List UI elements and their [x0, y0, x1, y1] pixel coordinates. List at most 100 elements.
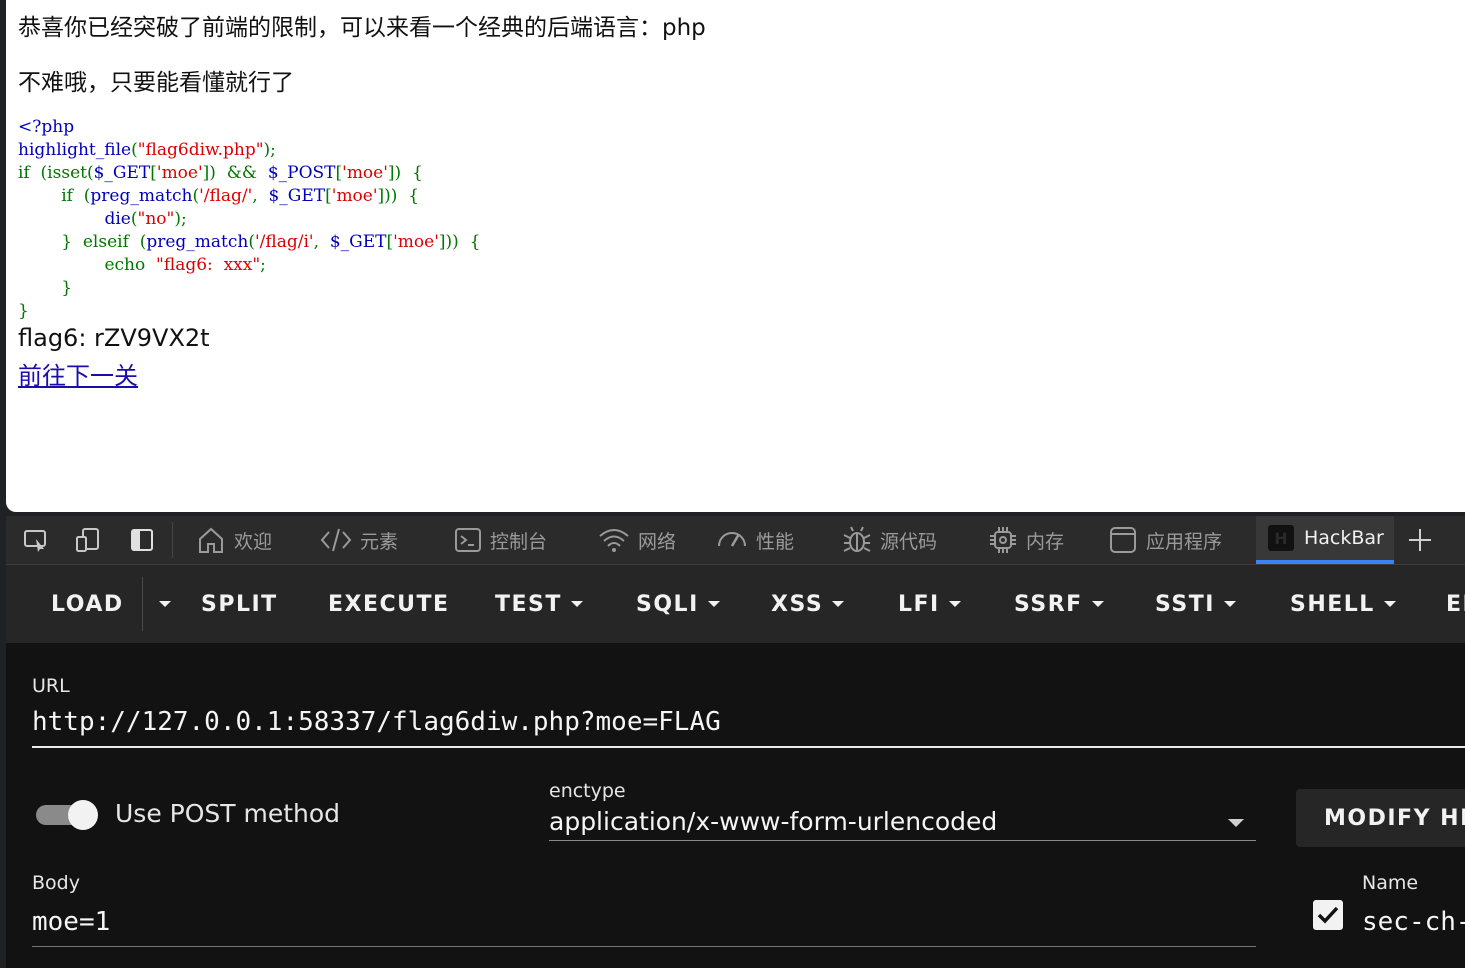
gauge-icon [718, 532, 746, 547]
button-label: TEST [495, 591, 562, 617]
code-token: ; [260, 255, 266, 275]
hackbar-logo-icon: H [1268, 525, 1294, 551]
add-tab-icon[interactable] [1404, 524, 1436, 556]
body-label: Body [32, 872, 80, 894]
hint-text: 不难哦，只要能看懂就行了 [18, 70, 294, 96]
chevron-down-icon[interactable] [1228, 819, 1244, 827]
code-token: echo [104, 255, 146, 275]
php-source-code: <?php highlight_file("flag6diw.php"); if… [18, 116, 480, 323]
xss-menu-button[interactable]: XSS [771, 565, 845, 643]
url-input[interactable]: http://127.0.0.1:58337/flag6diw.php?moe=… [32, 707, 721, 737]
load-dropdown-button[interactable] [150, 565, 171, 643]
chevron-down-icon [1223, 601, 1236, 607]
chevron-down-icon [159, 601, 171, 607]
toggle-knob [68, 800, 98, 830]
execute-button[interactable]: EXECUTE [328, 565, 450, 643]
hackbar-panel: URL http://127.0.0.1:58337/flag6diw.php?… [6, 643, 1465, 968]
button-label: SHELL [1290, 591, 1375, 617]
code-token: $_GET [329, 232, 387, 252]
header-enabled-checkbox[interactable] [1313, 900, 1343, 930]
code-token: '/flag/' [199, 186, 253, 206]
more-menu-button[interactable]: EI [1446, 565, 1465, 643]
tab-hackbar[interactable]: H HackBar [1256, 516, 1394, 564]
code-token: ])) [438, 232, 459, 252]
tab-performance[interactable]: 性能 [716, 516, 794, 564]
header-name-input[interactable]: sec-ch- [1362, 907, 1465, 937]
code-token: 'moe' [156, 163, 203, 183]
chevron-down-icon [707, 601, 720, 607]
code-brackets-icon [320, 528, 352, 552]
tab-label: 欢迎 [234, 530, 273, 553]
tab-label: 内存 [1026, 530, 1065, 553]
ssrf-menu-button[interactable]: SSRF [1014, 565, 1104, 643]
code-token: "flag6: xxx" [156, 255, 261, 275]
code-token: preg_match [146, 232, 249, 252]
wifi-icon [599, 529, 629, 552]
chevron-down-icon [570, 601, 583, 607]
test-menu-button[interactable]: TEST [495, 565, 583, 643]
code-token: } [61, 232, 73, 252]
tab-application[interactable]: 应用程序 [1108, 516, 1222, 564]
code-token: } [18, 301, 29, 321]
url-label: URL [32, 675, 70, 697]
bug-icon [843, 526, 871, 552]
code-token: 'moe' [331, 186, 378, 206]
code-token: { [411, 163, 423, 183]
code-token: highlight_file [18, 140, 132, 160]
code-token: ( [131, 140, 138, 160]
code-token: $_GET [268, 186, 326, 206]
button-label: SQLI [636, 591, 699, 617]
code-token: 'moe' [393, 232, 439, 252]
code-token: die [104, 209, 131, 229]
code-token: if [18, 163, 30, 183]
console-icon [455, 528, 481, 552]
body-input[interactable]: moe=1 [32, 907, 110, 937]
dock-side-icon[interactable] [126, 524, 158, 556]
code-token: , [313, 232, 320, 252]
device-emulation-icon[interactable] [72, 524, 104, 556]
code-token: { [408, 186, 420, 206]
tab-label: 性能 [756, 530, 795, 553]
code-line: <?php [18, 117, 75, 137]
shell-menu-button[interactable]: SHELL [1290, 565, 1396, 643]
tab-network[interactable]: 网络 [598, 516, 676, 564]
tab-console[interactable]: 控制台 [454, 516, 547, 564]
modify-headers-button[interactable]: MODIFY HEA [1296, 789, 1465, 847]
toolbar-divider [142, 577, 143, 631]
ssti-menu-button[interactable]: SSTI [1155, 565, 1236, 643]
code-token: , [252, 186, 258, 206]
app-window-icon [1110, 527, 1136, 553]
code-token: 'moe' [342, 163, 388, 183]
button-label: SSTI [1155, 591, 1215, 617]
button-label: LFI [898, 591, 940, 617]
code-token: ])) [377, 186, 398, 206]
chevron-down-icon [1383, 601, 1396, 607]
code-token: if [61, 186, 73, 206]
inspect-element-icon[interactable] [20, 524, 52, 556]
chevron-down-icon [1091, 601, 1104, 607]
tab-memory[interactable]: 内存 [988, 516, 1064, 564]
intro-text: 恭喜你已经突破了前端的限制，可以来看一个经典的后端语言：php [18, 15, 706, 41]
split-button[interactable]: SPLIT [201, 565, 278, 643]
tab-label: 元素 [360, 530, 399, 553]
chevron-down-icon [832, 601, 845, 607]
code-token: ]) [202, 163, 216, 183]
tab-welcome[interactable]: 欢迎 [196, 516, 272, 564]
enctype-select[interactable]: application/x-www-form-urlencoded [549, 807, 997, 836]
code-token: ); [263, 140, 276, 160]
sqli-menu-button[interactable]: SQLI [636, 565, 720, 643]
code-token: preg_match [90, 186, 193, 206]
button-label: XSS [771, 591, 824, 617]
button-label: SSRF [1014, 591, 1083, 617]
code-token: $_GET [93, 163, 151, 183]
code-token: ); [174, 209, 187, 229]
lfi-menu-button[interactable]: LFI [898, 565, 961, 643]
load-button[interactable]: LOAD [51, 565, 124, 643]
chevron-down-icon [948, 601, 961, 607]
tab-sources[interactable]: 源代码 [842, 516, 937, 564]
tab-elements[interactable]: 元素 [320, 516, 398, 564]
next-level-link[interactable]: 前往下一关 [18, 356, 138, 391]
tab-label: 网络 [638, 530, 677, 553]
post-method-toggle[interactable] [36, 800, 98, 830]
code-token: [ [150, 163, 157, 183]
